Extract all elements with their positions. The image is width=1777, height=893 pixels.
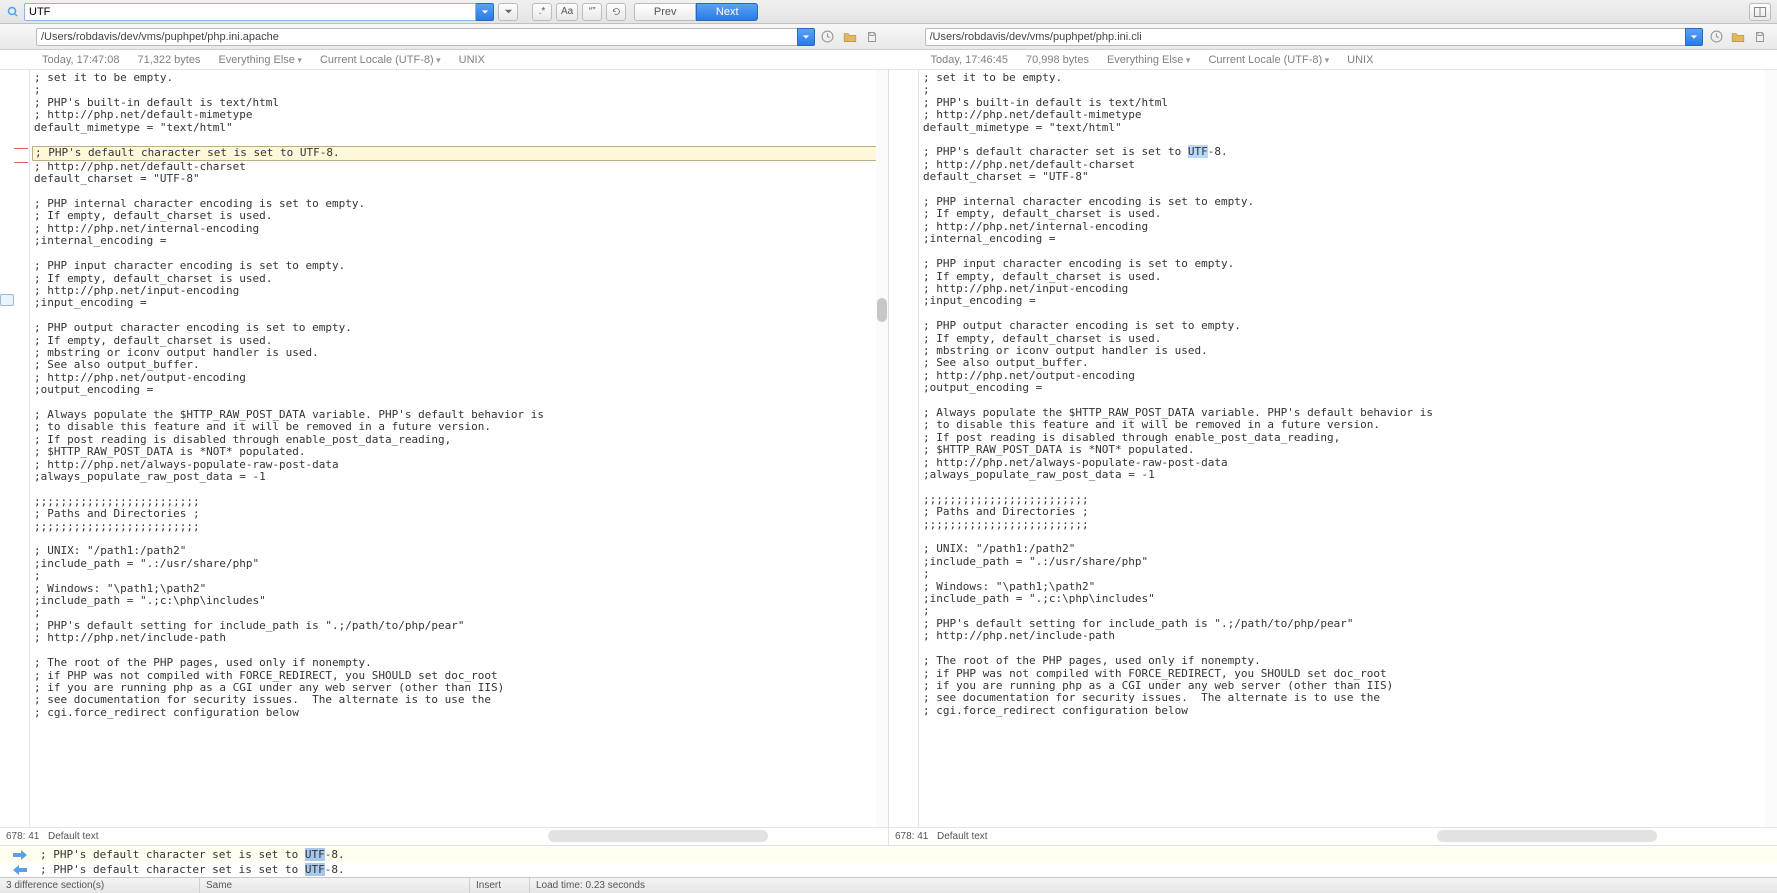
regex-toggle-button[interactable]: .* — [532, 3, 552, 21]
left-cursor-pos: 678: 41 — [0, 828, 48, 845]
diff-line-text: ; PHP's default character set is set to … — [40, 847, 345, 862]
diff-left-arrow-icon — [0, 865, 40, 875]
left-browse-icon[interactable] — [841, 28, 859, 46]
right-pane: ; set it to be empty. ; ; PHP's built-in… — [889, 70, 1777, 827]
editor-region: ; set it to be empty. ; ; PHP's built-in… — [0, 70, 1777, 827]
right-info: Today, 17:46:45 70,998 bytes Everything … — [889, 50, 1777, 69]
right-browse-icon[interactable] — [1729, 28, 1747, 46]
right-filter-dropdown[interactable]: Everything Else — [1107, 54, 1190, 66]
right-gutter[interactable] — [889, 70, 919, 827]
status-load-time: Load time: 0.23 seconds — [530, 878, 1777, 893]
paths-row — [0, 24, 1777, 50]
prev-next-group: Prev Next — [634, 3, 758, 21]
left-info: Today, 17:47:08 71,322 bytes Everything … — [0, 50, 889, 69]
info-row: Today, 17:47:08 71,322 bytes Everything … — [0, 50, 1777, 70]
right-horizontal-scrollbar[interactable] — [1157, 828, 1777, 845]
scrollbar-thumb[interactable] — [1437, 830, 1657, 842]
right-recent-icon[interactable] — [1707, 28, 1725, 46]
left-code-editor[interactable]: ; set it to be empty. ; ; PHP's built-in… — [30, 70, 888, 827]
search-bar: .* Aa “” Prev Next — [0, 0, 1777, 24]
left-save-icon[interactable] — [863, 28, 881, 46]
refresh-button[interactable] — [606, 3, 626, 21]
prev-button[interactable]: Prev — [634, 3, 696, 21]
search-history-button[interactable] — [498, 3, 518, 21]
diff-line-text: ; PHP's default character set is set to … — [40, 862, 345, 877]
left-pane: ; set it to be empty. ; ; PHP's built-in… — [0, 70, 889, 827]
right-time: Today, 17:46:45 — [931, 54, 1008, 66]
word-toggle-button[interactable]: “” — [582, 3, 602, 21]
left-line-endings[interactable]: UNIX — [459, 54, 485, 66]
status-diff-count: 3 difference section(s) — [0, 878, 200, 893]
left-grammar-label[interactable]: Default text — [48, 828, 268, 845]
split-toggle-button[interactable] — [1749, 3, 1771, 21]
diff-marker — [14, 148, 28, 149]
right-path-dropdown[interactable] — [1685, 28, 1703, 46]
left-encoding-dropdown[interactable]: Current Locale (UTF-8) — [320, 54, 441, 66]
search-input[interactable] — [24, 3, 476, 21]
left-address-bar — [0, 28, 889, 46]
right-path-input[interactable] — [925, 28, 1686, 46]
search-field-wrap — [24, 3, 494, 21]
right-code-editor[interactable]: ; set it to be empty. ; ; PHP's built-in… — [919, 70, 1777, 827]
left-filter-dropdown[interactable]: Everything Else — [218, 54, 301, 66]
diff-result-row[interactable]: ; PHP's default character set is set to … — [0, 862, 1777, 877]
left-recent-icon[interactable] — [819, 28, 837, 46]
left-bytes: 71,322 bytes — [137, 54, 200, 66]
left-time: Today, 17:47:08 — [42, 54, 119, 66]
case-toggle-button[interactable]: Aa — [556, 3, 578, 21]
search-icon — [6, 5, 20, 19]
right-address-bar — [889, 28, 1777, 46]
status-bar: 3 difference section(s) Same Insert Load… — [0, 877, 1777, 893]
hscroll-row: 678: 41 Default text 678: 41 Default tex… — [0, 827, 1777, 845]
right-cursor-pos: 678: 41 — [889, 828, 937, 845]
right-vertical-scrollbar[interactable] — [1765, 70, 1777, 827]
left-path-dropdown[interactable] — [797, 28, 815, 46]
left-vertical-scrollbar[interactable] — [876, 70, 888, 827]
left-path-input[interactable] — [36, 28, 797, 46]
scrollbar-thumb[interactable] — [548, 830, 768, 842]
diff-marker — [14, 162, 28, 163]
left-gutter[interactable] — [0, 70, 30, 827]
left-horizontal-scrollbar[interactable] — [268, 828, 888, 845]
right-bytes: 70,998 bytes — [1026, 54, 1089, 66]
right-line-endings[interactable]: UNIX — [1347, 54, 1373, 66]
right-save-icon[interactable] — [1751, 28, 1769, 46]
diff-right-arrow-icon — [0, 850, 40, 860]
right-grammar-label[interactable]: Default text — [937, 828, 1157, 845]
diff-results-panel: ; PHP's default character set is set to … — [0, 845, 1777, 877]
status-same: Same — [200, 878, 470, 893]
diff-result-row[interactable]: ; PHP's default character set is set to … — [0, 847, 1777, 862]
fold-marker-icon[interactable] — [0, 294, 14, 306]
search-dropdown-button[interactable] — [476, 3, 494, 21]
right-encoding-dropdown[interactable]: Current Locale (UTF-8) — [1208, 54, 1329, 66]
next-button[interactable]: Next — [696, 3, 758, 21]
scrollbar-thumb[interactable] — [877, 298, 887, 322]
status-insert: Insert — [470, 878, 530, 893]
